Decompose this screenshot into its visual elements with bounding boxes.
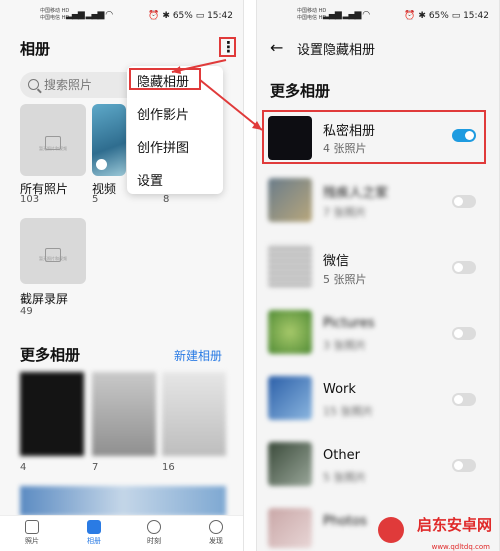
screenshot-stage: 中国移动 HD 中国电信 HD ▂▄▆ ▂▄▆ ◠ ⏰ ✱ 65% ▭ 15:4… <box>0 0 500 551</box>
watermark-text: 启东安卓网 <box>416 516 492 534</box>
arrow-to-row <box>199 79 263 131</box>
arrow-head <box>172 66 181 74</box>
watermark-logo <box>378 517 404 543</box>
annotation-arrows <box>171 59 263 131</box>
watermark-url: www.qdltdq.com <box>431 543 490 551</box>
